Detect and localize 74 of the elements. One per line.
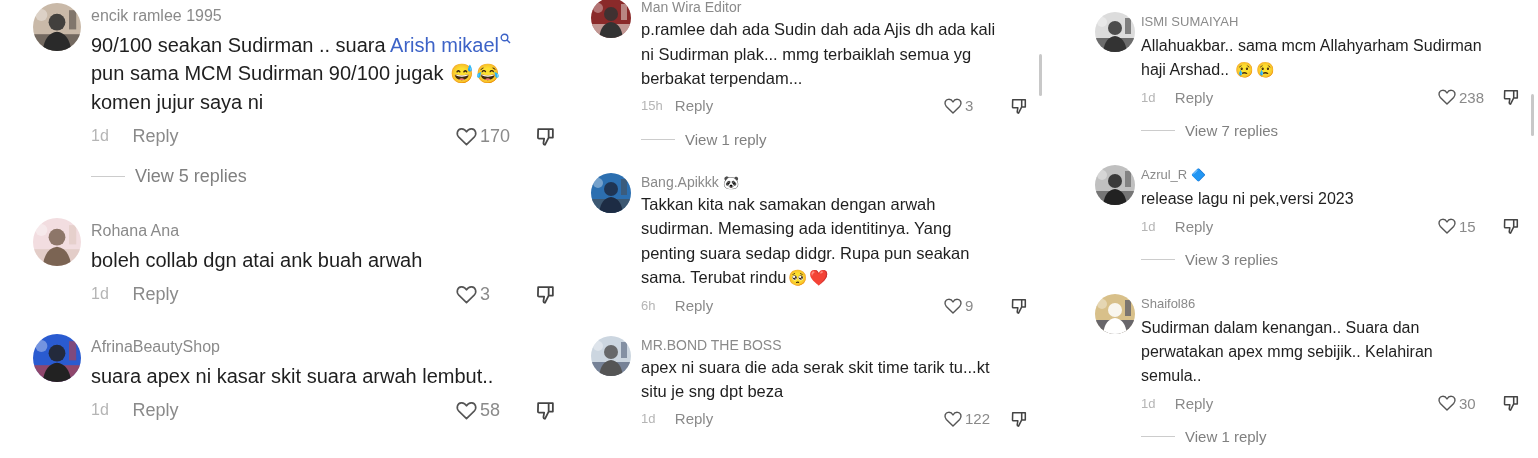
thumbs-down-icon[interactable] — [535, 283, 556, 305]
reply-link[interactable]: Reply — [132, 283, 179, 304]
timestamp: 1d — [91, 285, 110, 303]
comment-text: boleh collab dgn atai ank buah arwah — [91, 248, 424, 273]
timestamp: 6h — [641, 298, 657, 313]
thumbs-down-icon[interactable] — [535, 399, 556, 421]
timestamp: 1d — [91, 401, 110, 419]
timestamp: 1d — [1141, 218, 1157, 234]
view-replies-link[interactable]: View 1 reply — [1185, 427, 1267, 445]
scrollbar[interactable] — [1039, 54, 1042, 96]
comment-text: Takkan kita nak samakan dengan arwah sudirman. Memasing ada identitinya. Yang penting suara sedap didgr. Rupa pun seakan sama. Terubat rindu🥺❤ — [641, 193, 971, 288]
view-replies-link[interactable]: View 7 replies — [1185, 121, 1279, 139]
timestamp: 15h — [641, 98, 664, 113]
timestamp: 1d — [1141, 395, 1157, 411]
thumbs-down-icon[interactable] — [1010, 96, 1028, 115]
username[interactable]: ISMI SUMAIYAH — [1141, 14, 1239, 30]
like-count: 3 — [965, 97, 974, 114]
emoji: ❤ — [808, 269, 828, 286]
comment-text: Sudirman dalam kenangan.. Suara dan perwatakan apex mmg sebijik.. Kelahiran semula.. — [1141, 318, 1434, 386]
comment-text: 90/100 seakan Sudirman .. suara Arish mikael pun sama MCM Sudirman 90/100 jugak 😅😂 komen jujur saya ni — [91, 31, 536, 116]
username[interactable]: encik ramlee 1995 — [91, 5, 222, 27]
reply-link[interactable]: Reply — [674, 297, 714, 314]
timestamp: 1d — [1141, 89, 1157, 105]
comment-text: Allahuakbar.. sama mcm Allahyarham Sudirman haji Arshad.. 😢😢 — [1141, 36, 1483, 80]
like-count: 30 — [1459, 394, 1476, 412]
scrollbar[interactable] — [1531, 94, 1534, 136]
thumbs-down-icon[interactable] — [535, 125, 556, 147]
username[interactable]: Rohana Ana — [91, 220, 180, 242]
username[interactable]: Shaifol86 — [1141, 296, 1196, 312]
name-emoji: 🔷 — [1191, 167, 1207, 183]
like-count: 15 — [1459, 217, 1476, 235]
like-count: 3 — [480, 283, 490, 305]
emoji: 🥺 — [787, 269, 807, 286]
heart-icon[interactable] — [1437, 87, 1457, 107]
username[interactable]: Man Wira Editor — [641, 0, 742, 15]
heart-icon[interactable] — [1437, 216, 1457, 236]
reply-link[interactable]: Reply — [1174, 88, 1214, 106]
like-count: 170 — [480, 125, 511, 147]
timestamp: 1d — [91, 127, 110, 145]
heart-icon[interactable] — [1437, 393, 1457, 413]
search-icon — [500, 33, 511, 44]
thumbs-down-icon[interactable] — [1010, 409, 1028, 428]
timestamp: 1d — [641, 411, 657, 426]
reply-link[interactable]: Reply — [1174, 217, 1214, 235]
emoji: 😅 — [449, 63, 474, 84]
emoji: 😢 — [1255, 61, 1275, 78]
comment-text: suara apex ni kasar skit suara arwah lembut.. — [91, 364, 495, 389]
thumbs-down-icon[interactable] — [1502, 217, 1520, 235]
comment-text: apex ni suara die ada serak skit time tarik tu...kt situ je sng dpt beza — [641, 356, 991, 402]
username[interactable]: Azrul_R — [1141, 167, 1188, 183]
reply-link[interactable]: Reply — [132, 125, 179, 146]
reply-link[interactable]: Reply — [1174, 394, 1214, 412]
username[interactable]: MR.BOND THE BOSS — [641, 337, 782, 353]
view-replies-link[interactable]: View 5 replies — [135, 165, 247, 187]
like-count: 9 — [965, 297, 974, 314]
reply-link[interactable]: Reply — [132, 399, 179, 420]
like-count: 58 — [480, 399, 501, 421]
view-replies-link[interactable]: View 1 reply — [685, 131, 767, 148]
comment-text: release lagu ni pek,versi 2023 — [1141, 189, 1355, 209]
like-count: 238 — [1459, 88, 1485, 106]
view-replies-link[interactable]: View 3 replies — [1185, 250, 1279, 268]
emoji: 😢 — [1234, 61, 1254, 78]
reply-link[interactable]: Reply — [674, 410, 714, 427]
name-emoji: 🐼 — [722, 174, 739, 190]
mention-link[interactable]: Arish mikael — [390, 34, 511, 56]
thumbs-down-icon[interactable] — [1010, 296, 1028, 315]
username[interactable]: AfrinaBeautyShop — [91, 336, 220, 358]
emoji: 😂 — [475, 63, 500, 84]
comment-text: p.ramlee dah ada Sudin dah ada Ajis dh ada kali ni Sudirman plak... mmg terbaiklah semua yg berbakat terpendam... — [641, 19, 997, 89]
thumbs-down-icon[interactable] — [1502, 394, 1520, 412]
thumbs-down-icon[interactable] — [1502, 88, 1520, 106]
like-count: 122 — [965, 410, 991, 427]
reply-link[interactable]: Reply — [674, 97, 714, 114]
username[interactable]: Bang.Apikkk — [641, 174, 719, 190]
